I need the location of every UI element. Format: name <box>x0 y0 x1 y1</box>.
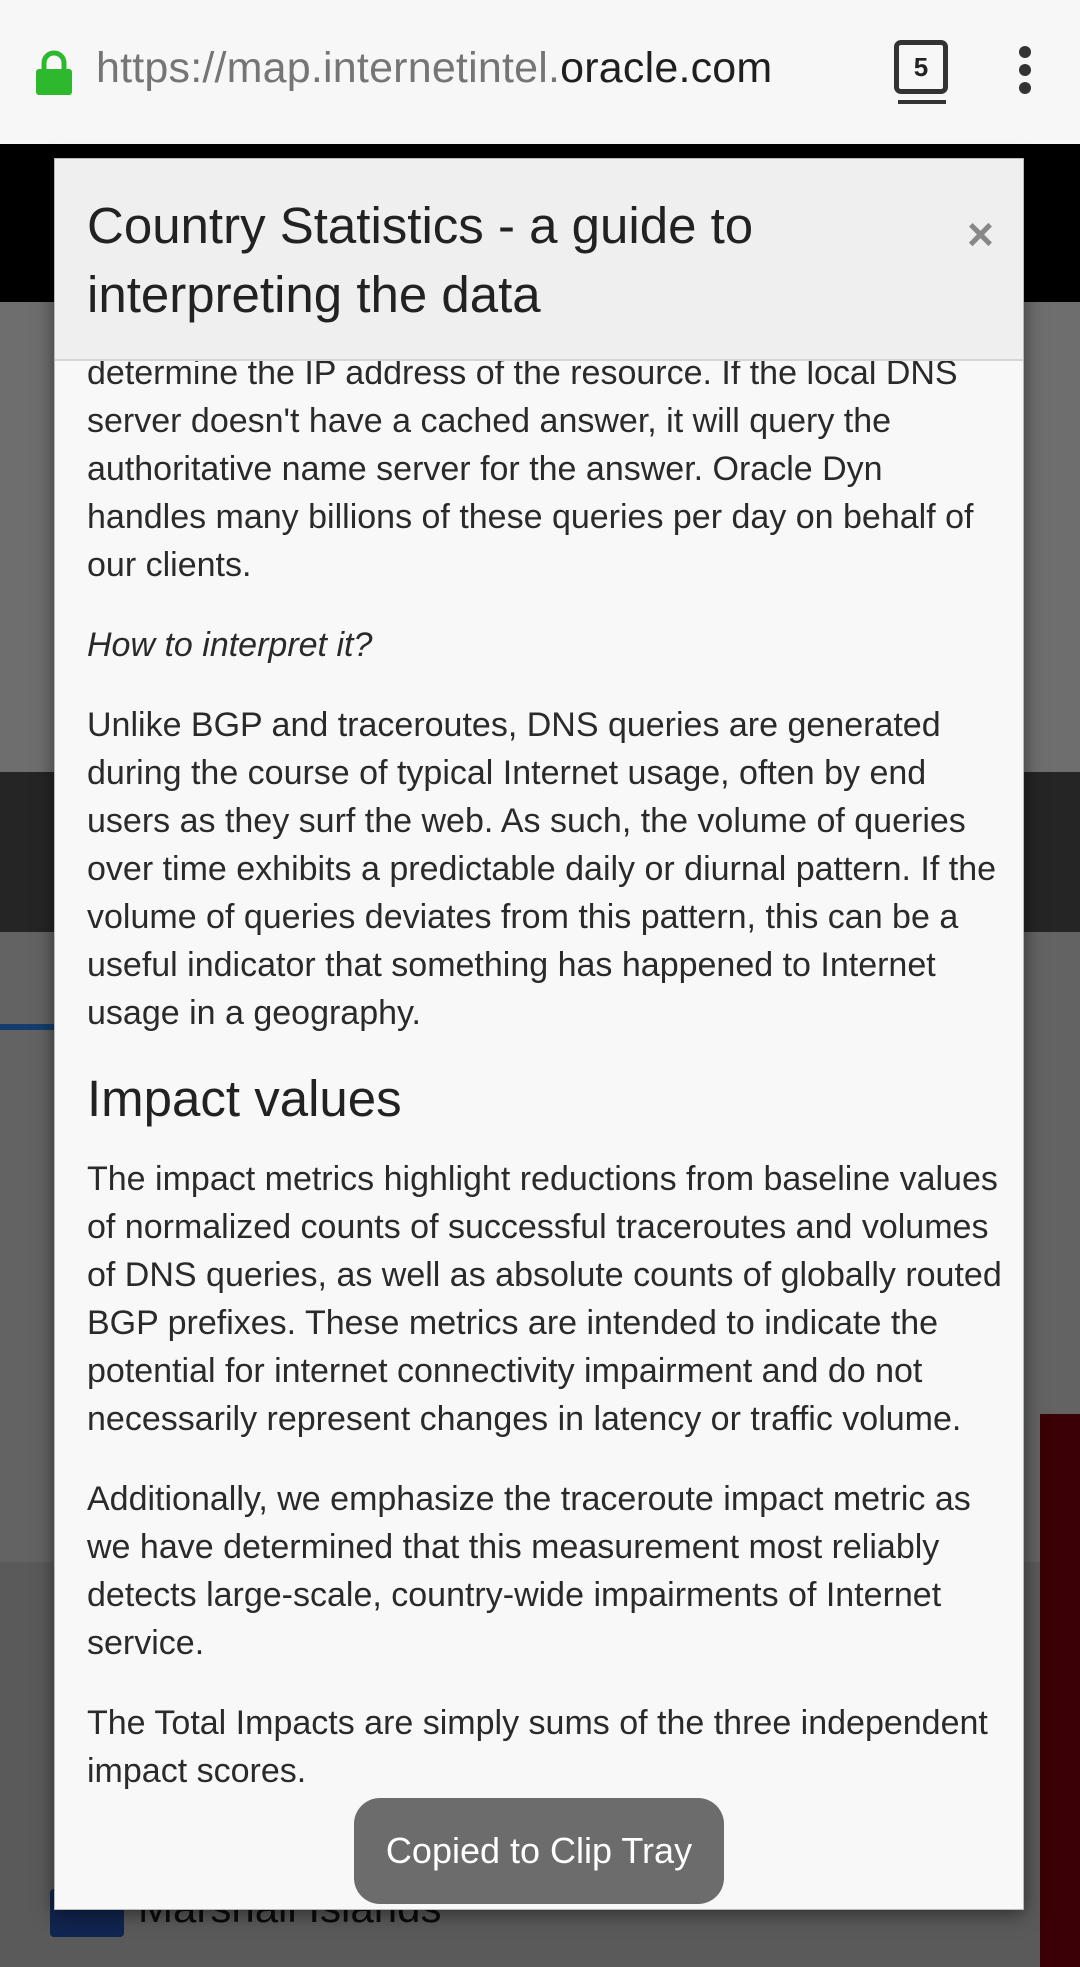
dns-description-paragraph: determine the IP address of the resource… <box>87 354 974 584</box>
impact-values-heading: Impact values <box>87 1070 402 1127</box>
clip-tray-toast: Copied to Clip Tray <box>354 1798 724 1904</box>
modal-header: Country Statistics - a guide to interpre… <box>55 159 1023 361</box>
close-button[interactable]: × <box>967 211 994 257</box>
modal-body[interactable]: determine the IP address of the resource… <box>87 349 1007 1827</box>
url-prefix: https://map.internetintel. <box>96 44 561 92</box>
impact-metrics-paragraph: The impact metrics highlight reductions … <box>87 1160 1002 1438</box>
modal-title: Country Statistics - a guide to interpre… <box>87 197 754 323</box>
guide-modal: Country Statistics - a guide to interpre… <box>54 158 1024 1910</box>
tab-switcher-button[interactable]: 5 <box>894 40 948 94</box>
dns-interpretation-paragraph: Unlike BGP and traceroutes, DNS queries … <box>87 706 997 1032</box>
more-menu-icon[interactable] <box>1012 46 1038 94</box>
tab-switcher-underline <box>898 100 946 104</box>
lock-icon <box>36 50 72 95</box>
url-host: oracle.com <box>560 44 773 92</box>
traceroute-emphasis-paragraph: Additionally, we emphasize the tracerout… <box>87 1480 971 1662</box>
total-impacts-paragraph: The Total Impacts are simply sums of the… <box>87 1704 988 1790</box>
address-bar[interactable]: https://map.internetintel.oracle.com <box>96 44 772 93</box>
how-to-interpret-heading: How to interpret it? <box>87 626 373 664</box>
browser-toolbar: https://map.internetintel.oracle.com 5 <box>0 0 1080 145</box>
